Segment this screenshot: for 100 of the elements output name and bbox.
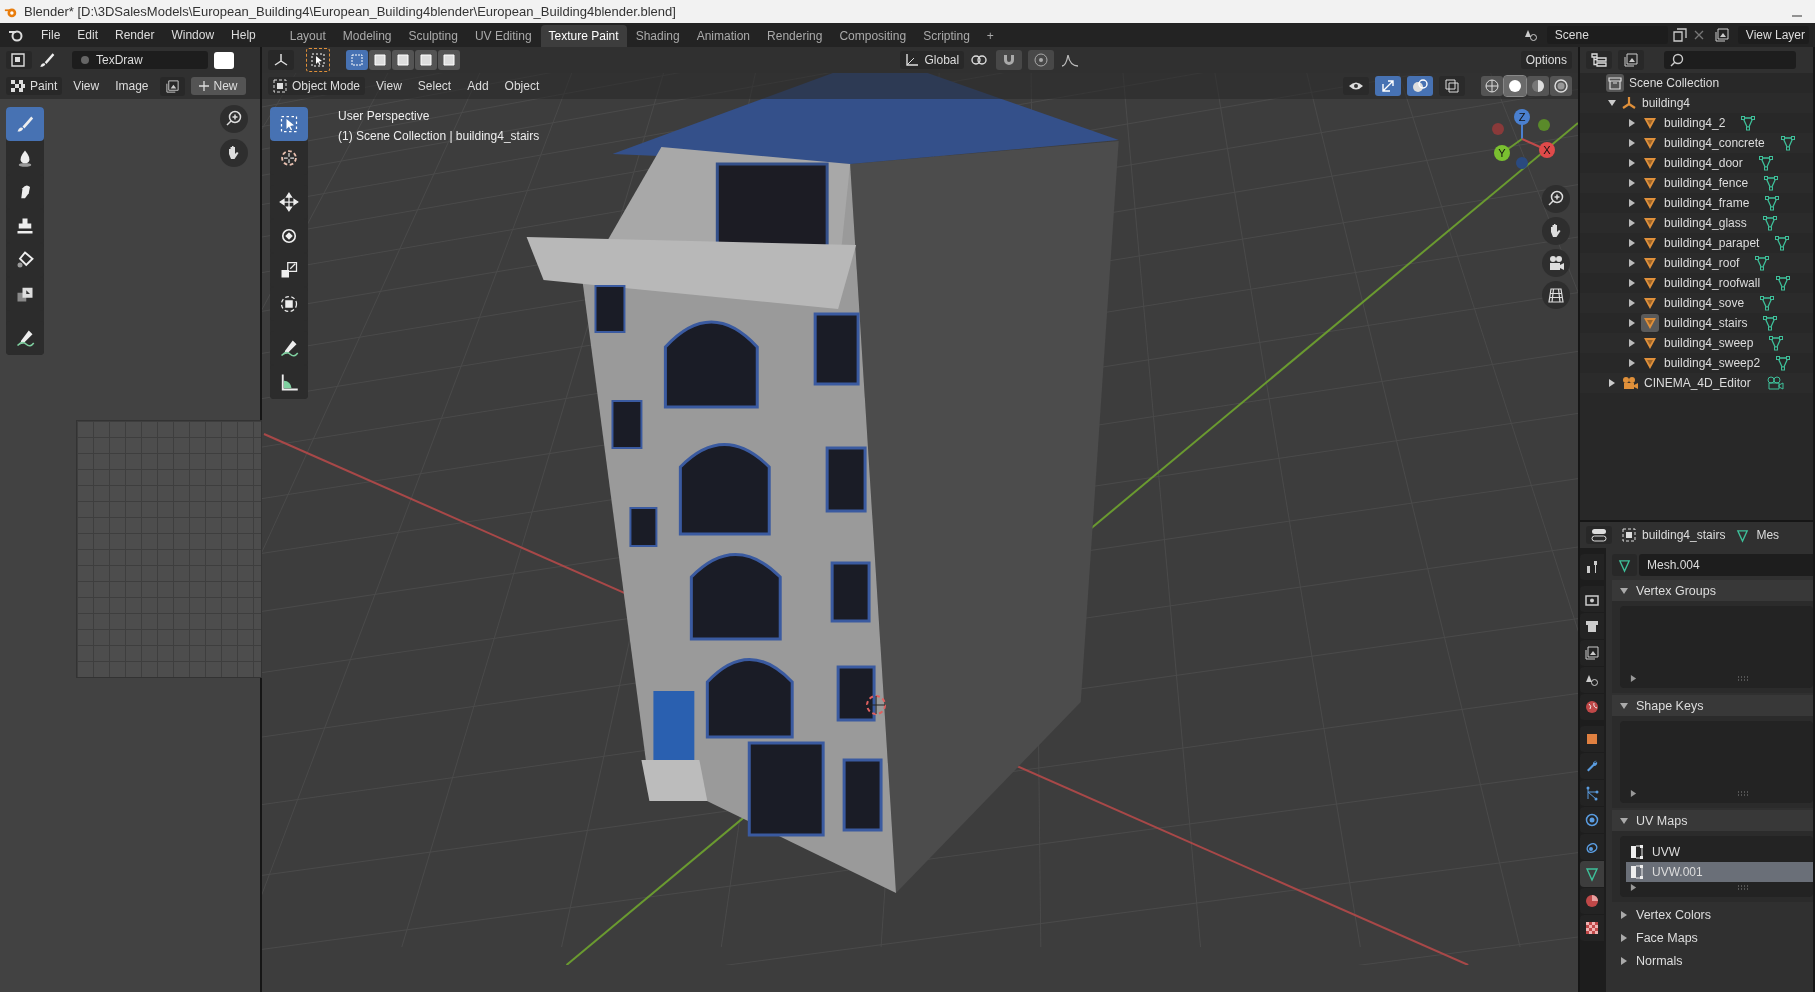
visibility-button[interactable] [1343,77,1369,95]
panel-header[interactable]: Vertex Groups [1612,580,1813,601]
menu-item[interactable]: File [34,28,71,42]
outliner-item[interactable]: building4_roofwall [1664,276,1761,290]
outliner-item[interactable]: building4_2 [1664,116,1726,130]
color-swatch[interactable] [214,51,234,69]
outliner-item[interactable]: building4_fence [1664,176,1749,190]
editor-type-button[interactable] [1586,51,1612,69]
properties-tab[interactable] [1580,807,1604,833]
outliner-item[interactable]: building4_frame [1664,196,1750,210]
select-mode-button[interactable] [392,50,414,70]
axis-dot[interactable] [1516,157,1528,169]
collapsed-arrow-icon[interactable] [1628,319,1636,327]
properties-tab[interactable] [1580,834,1604,860]
menu-item[interactable]: Render [108,28,165,42]
workspace-tab[interactable]: UV Editing [466,25,540,47]
workspace-tab[interactable]: Modeling [334,25,400,47]
zoom-button[interactable] [1542,185,1570,213]
menu-item[interactable]: Help [224,28,266,42]
workspace-tab[interactable]: Shading [627,25,688,47]
options-dropdown[interactable]: Options [1520,51,1572,69]
collapsed-arrow-icon[interactable] [1630,790,1637,797]
collapsed-arrow-icon[interactable] [1628,199,1636,207]
collapsed-arrow-icon[interactable] [1628,299,1636,307]
properties-tab[interactable] [1580,586,1604,612]
mesh-data-icon[interactable] [1764,195,1781,211]
properties-tab[interactable] [1580,753,1604,779]
pan-button[interactable] [1542,217,1570,245]
collapsed-arrow-icon[interactable] [1608,379,1616,387]
axis-dot[interactable] [1538,119,1550,131]
mesh-data-icon[interactable] [1768,335,1785,351]
editor-type-button[interactable] [6,51,32,69]
mesh-data-icon[interactable] [1759,295,1776,311]
menu-item[interactable]: View [371,79,407,93]
workspace-tab[interactable]: Sculpting [400,25,466,47]
display-mode-button[interactable] [1618,50,1644,70]
properties-tab[interactable] [1580,640,1604,666]
overlay-toggle-button[interactable] [1407,76,1433,96]
properties-tab[interactable] [1580,554,1604,580]
properties-tab[interactable] [1580,726,1604,752]
resize-grip-icon[interactable] [1737,790,1749,797]
tool-button[interactable] [306,48,330,72]
panel-header[interactable]: Shape Keys [1612,695,1813,716]
snap-button[interactable] [996,50,1023,70]
collapsed-arrow-icon[interactable] [1628,219,1636,227]
scene-field[interactable]: Scene [1546,26,1668,44]
uv-map-item[interactable]: UVW.001 [1626,862,1813,882]
panel-header[interactable]: UV Maps [1612,810,1813,831]
collapsed-arrow-icon[interactable] [1628,279,1636,287]
panel-header[interactable]: Normals [1612,950,1813,971]
shading-mode-button[interactable] [1481,76,1503,96]
collapsed-arrow-icon[interactable] [1628,239,1636,247]
menu-item[interactable]: Window [164,28,225,42]
workspace-tab[interactable]: Rendering [759,25,831,47]
collapsed-arrow-icon[interactable] [1628,179,1636,187]
mesh-data-icon[interactable] [1761,215,1778,231]
menu-item[interactable]: Select [412,79,457,93]
pan-button[interactable] [220,139,248,167]
outliner-item[interactable]: building4 [1642,96,1691,110]
mesh-browse-button[interactable] [1612,554,1637,576]
outliner-item[interactable]: building4_parapet [1664,236,1760,250]
outliner-item[interactable]: building4_sove [1664,296,1745,310]
collapsed-arrow-icon[interactable] [1628,259,1636,267]
select-mode-button[interactable] [369,50,391,70]
outliner-item[interactable]: building4_roof [1664,256,1740,270]
resize-grip-icon[interactable] [1737,675,1749,682]
select-mode-button[interactable] [346,50,368,70]
image-browse-button[interactable] [159,76,185,96]
menu-item[interactable]: View [68,79,105,93]
proportional-edit-button[interactable] [1028,50,1055,70]
mesh-name-field[interactable]: Mesh.004 [1639,554,1813,576]
search-field[interactable] [1664,51,1796,69]
mode-dropdown[interactable]: Object Mode [268,77,366,95]
view-layer-field[interactable]: View Layer [1737,26,1809,44]
add-workspace-button[interactable]: + [978,25,1002,47]
camera-data-icon[interactable] [1765,375,1784,391]
menu-item[interactable]: Edit [70,28,109,42]
outliner-item[interactable]: building4_door [1664,156,1743,170]
editor-type-button[interactable] [1586,526,1612,544]
panel-header[interactable]: Face Maps [1612,927,1813,948]
mesh-data-icon[interactable] [1740,115,1757,131]
properties-tab[interactable] [1580,888,1604,914]
outliner-item[interactable]: building4_stairs [1664,316,1748,330]
new-image-button[interactable]: New [190,77,246,95]
mesh-data-icon[interactable] [1774,235,1791,251]
collapsed-arrow-icon[interactable] [1630,675,1637,682]
menu-item[interactable]: Image [110,79,154,93]
xray-toggle-button[interactable] [1439,76,1465,96]
mesh-data-icon[interactable] [1775,355,1792,371]
axis-handle[interactable]: Y [1494,138,1523,161]
mesh-data-icon[interactable] [1762,315,1779,331]
axis-dot[interactable] [1492,123,1504,135]
editor-type-button[interactable] [268,50,294,70]
outliner-item[interactable]: building4_sweep [1664,336,1754,350]
properties-tab[interactable] [1580,667,1604,693]
workspace-tab[interactable]: Animation [688,25,759,47]
expanded-arrow-icon[interactable] [1608,99,1616,107]
menu-item[interactable]: Add [462,79,494,93]
falloff-curve-icon[interactable] [1060,52,1081,68]
orientation-dropdown[interactable]: Global [900,51,965,69]
